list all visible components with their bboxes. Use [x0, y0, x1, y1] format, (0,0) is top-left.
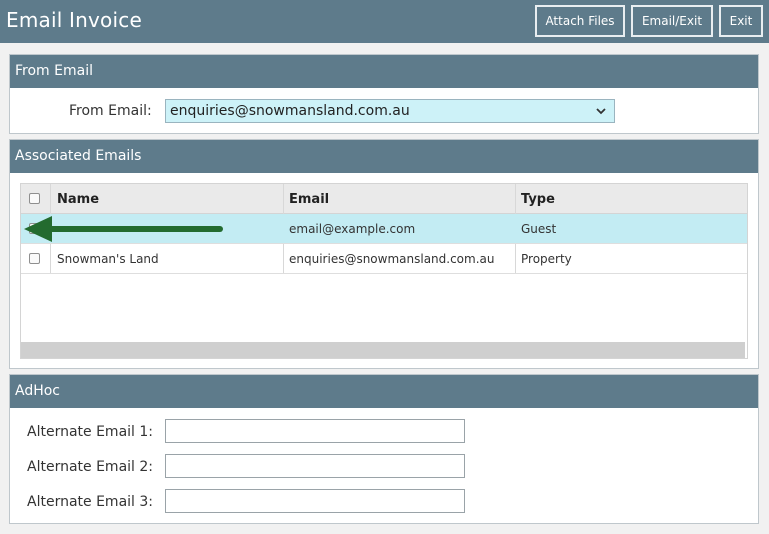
row-type: Property — [521, 252, 572, 266]
alternate-email-1-label: Alternate Email 1: — [27, 424, 153, 440]
from-email-panel: From Email From Email: enquiries@snowman… — [9, 54, 759, 134]
select-all-checkbox[interactable] — [29, 193, 40, 204]
horizontal-scrollbar[interactable] — [21, 342, 745, 358]
chevron-down-icon — [596, 108, 606, 115]
table-row[interactable]: Snowman's Land enquiries@snowmansland.co… — [21, 244, 747, 274]
row-type: Guest — [521, 222, 557, 236]
row-checkbox[interactable] — [29, 253, 40, 264]
adhoc-panel: AdHoc Alternate Email 1: Alternate Email… — [9, 374, 759, 524]
page-title: Email Invoice — [6, 8, 142, 32]
alternate-email-3-label: Alternate Email 3: — [27, 494, 153, 510]
adhoc-section-title: AdHoc — [10, 375, 758, 408]
column-header-email: Email — [289, 192, 330, 207]
green-arrow-icon — [24, 216, 223, 242]
attach-files-button[interactable]: Attach Files — [535, 5, 625, 37]
row-email: enquiries@snowmansland.com.au — [289, 252, 495, 266]
row-email: email@example.com — [289, 222, 416, 236]
from-email-selected-value: enquiries@snowmansland.com.au — [170, 103, 410, 119]
column-header-type: Type — [521, 192, 555, 207]
table-header: Name Email Type — [21, 184, 747, 214]
column-header-name: Name — [57, 192, 100, 207]
exit-button[interactable]: Exit — [719, 5, 763, 37]
associated-emails-panel: Associated Emails Name Email Type email@… — [9, 139, 759, 369]
email-exit-button[interactable]: Email/Exit — [631, 5, 713, 37]
from-email-label: From Email: — [69, 103, 152, 119]
associated-emails-table: Name Email Type email@example.com Guest … — [20, 183, 748, 359]
alternate-email-2-input[interactable] — [165, 454, 465, 478]
alternate-email-1-input[interactable] — [165, 419, 465, 443]
row-name: Snowman's Land — [57, 252, 159, 266]
alternate-email-3-input[interactable] — [165, 489, 465, 513]
associated-emails-section-title: Associated Emails — [10, 140, 758, 173]
top-bar: Email Invoice Attach Files Email/Exit Ex… — [0, 0, 769, 43]
alternate-email-2-label: Alternate Email 2: — [27, 459, 153, 475]
from-email-select[interactable]: enquiries@snowmansland.com.au — [165, 99, 615, 123]
from-email-section-title: From Email — [10, 55, 758, 88]
